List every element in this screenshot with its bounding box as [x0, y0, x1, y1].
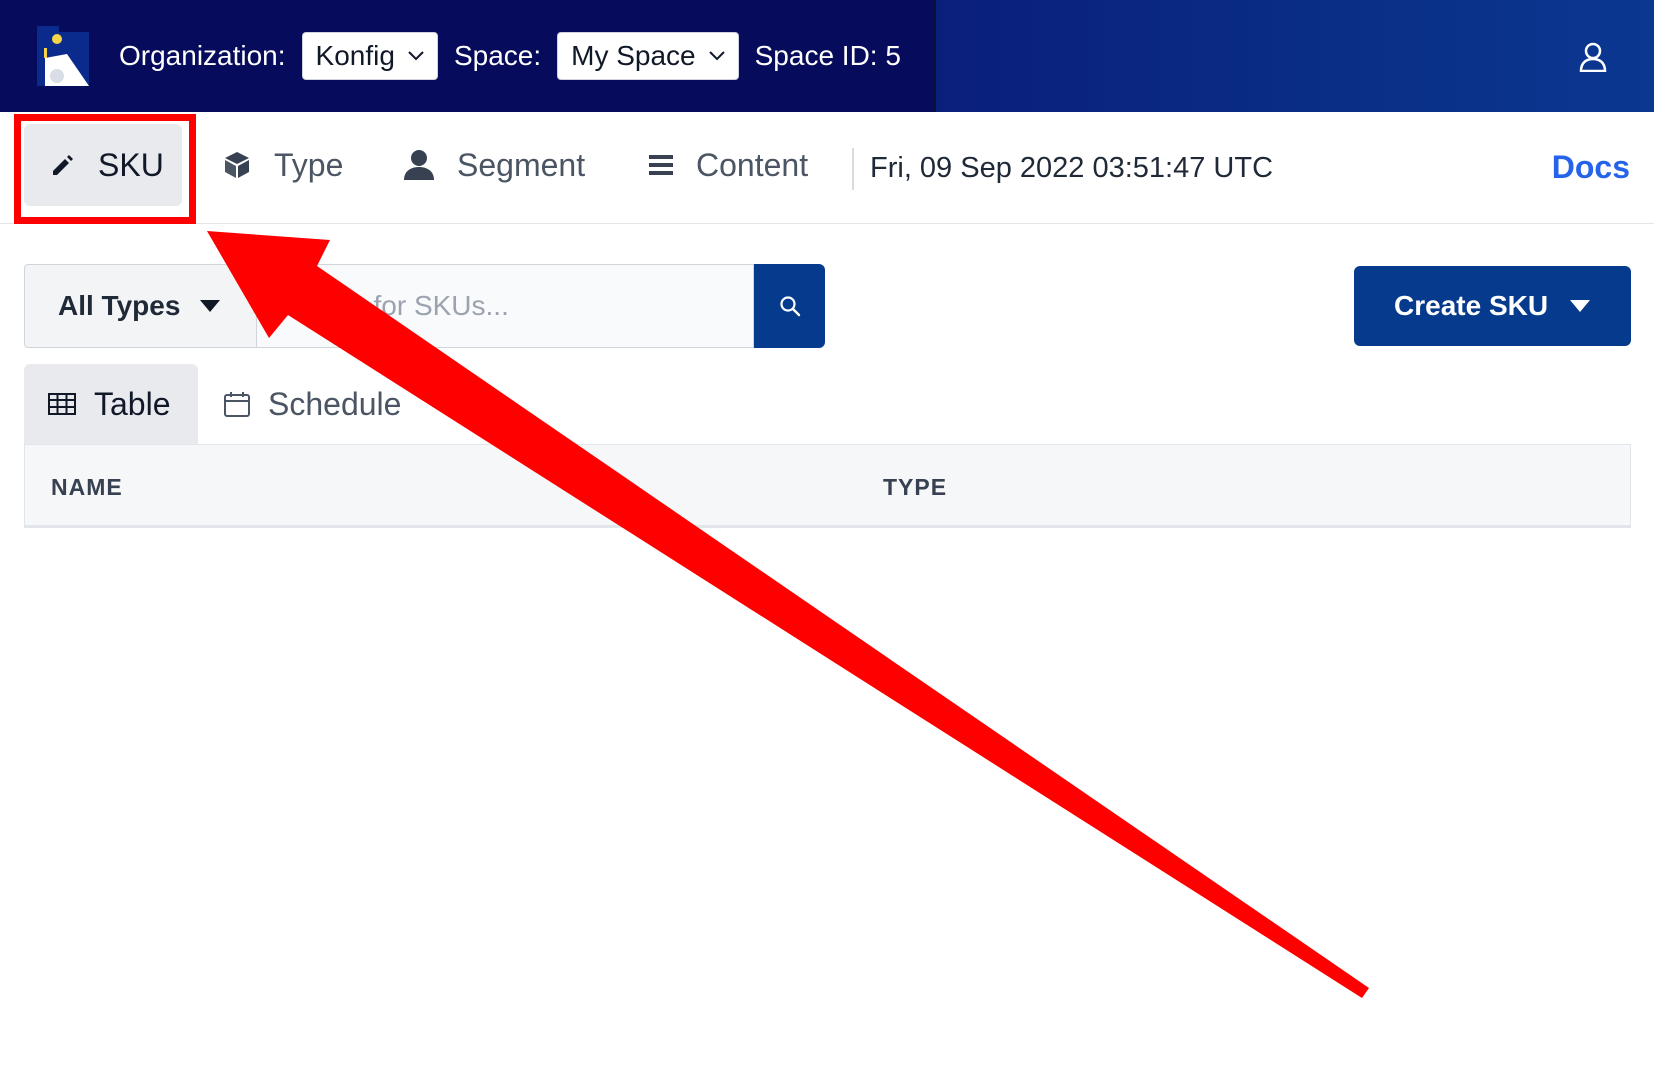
nav-item-sku[interactable]: SKU — [24, 124, 182, 206]
type-filter-label: All Types — [58, 290, 181, 321]
search-button[interactable] — [754, 264, 825, 348]
nav-item-label: SKU — [98, 146, 164, 183]
header-right — [934, 0, 1654, 112]
table-grid-icon — [48, 393, 76, 415]
tab-table[interactable]: Table — [24, 364, 198, 444]
create-sku-label: Create SKU — [1394, 290, 1549, 321]
organization-value: Konfig — [315, 40, 395, 71]
header-left: Organization: Konfig Space: My Space Spa… — [0, 0, 934, 112]
docs-link[interactable]: Docs — [1552, 149, 1630, 186]
main-nav: SKU Type Segment Content Fri, 09 Sep 202… — [0, 112, 1654, 224]
tab-label: Schedule — [268, 385, 402, 422]
type-filter-dropdown[interactable]: All Types — [24, 264, 256, 348]
organization-label: Organization: — [119, 40, 286, 71]
konfig-logo[interactable] — [37, 26, 89, 86]
pencil-icon — [50, 152, 76, 178]
create-sku-button[interactable]: Create SKU — [1354, 266, 1631, 346]
sku-search-input[interactable] — [256, 264, 754, 348]
caret-down-icon — [1570, 300, 1591, 312]
list-icon — [648, 153, 674, 177]
nav-divider — [852, 148, 854, 190]
person-icon — [403, 149, 435, 181]
nav-item-label: Type — [274, 146, 344, 183]
caret-down-icon — [200, 300, 221, 312]
space-select[interactable]: My Space — [557, 32, 739, 80]
nav-item-segment[interactable]: Segment — [403, 124, 585, 206]
chevron-down-icon — [708, 50, 726, 62]
cube-icon — [222, 150, 252, 180]
space-value: My Space — [571, 40, 696, 71]
chevron-down-icon — [407, 50, 425, 62]
organization-select[interactable]: Konfig — [301, 32, 438, 80]
tab-label: Table — [94, 385, 171, 422]
nav-item-type[interactable]: Type — [222, 124, 343, 206]
current-timestamp: Fri, 09 Sep 2022 03:51:47 UTC — [870, 152, 1274, 184]
nav-item-label: Content — [696, 146, 809, 183]
user-icon[interactable] — [1579, 42, 1607, 73]
column-header-type[interactable]: TYPE — [883, 474, 947, 501]
column-header-name[interactable]: NAME — [51, 474, 123, 501]
space-id: Space ID: 5 — [754, 40, 901, 71]
sku-table-header: NAME TYPE — [24, 444, 1631, 528]
space-label: Space: — [453, 40, 542, 71]
nav-item-content[interactable]: Content — [648, 124, 808, 206]
nav-item-label: Segment — [457, 146, 586, 183]
top-header: Organization: Konfig Space: My Space Spa… — [0, 0, 1654, 112]
tab-schedule[interactable]: Schedule — [224, 364, 401, 444]
calendar-icon — [224, 391, 250, 417]
search-icon — [779, 295, 801, 317]
